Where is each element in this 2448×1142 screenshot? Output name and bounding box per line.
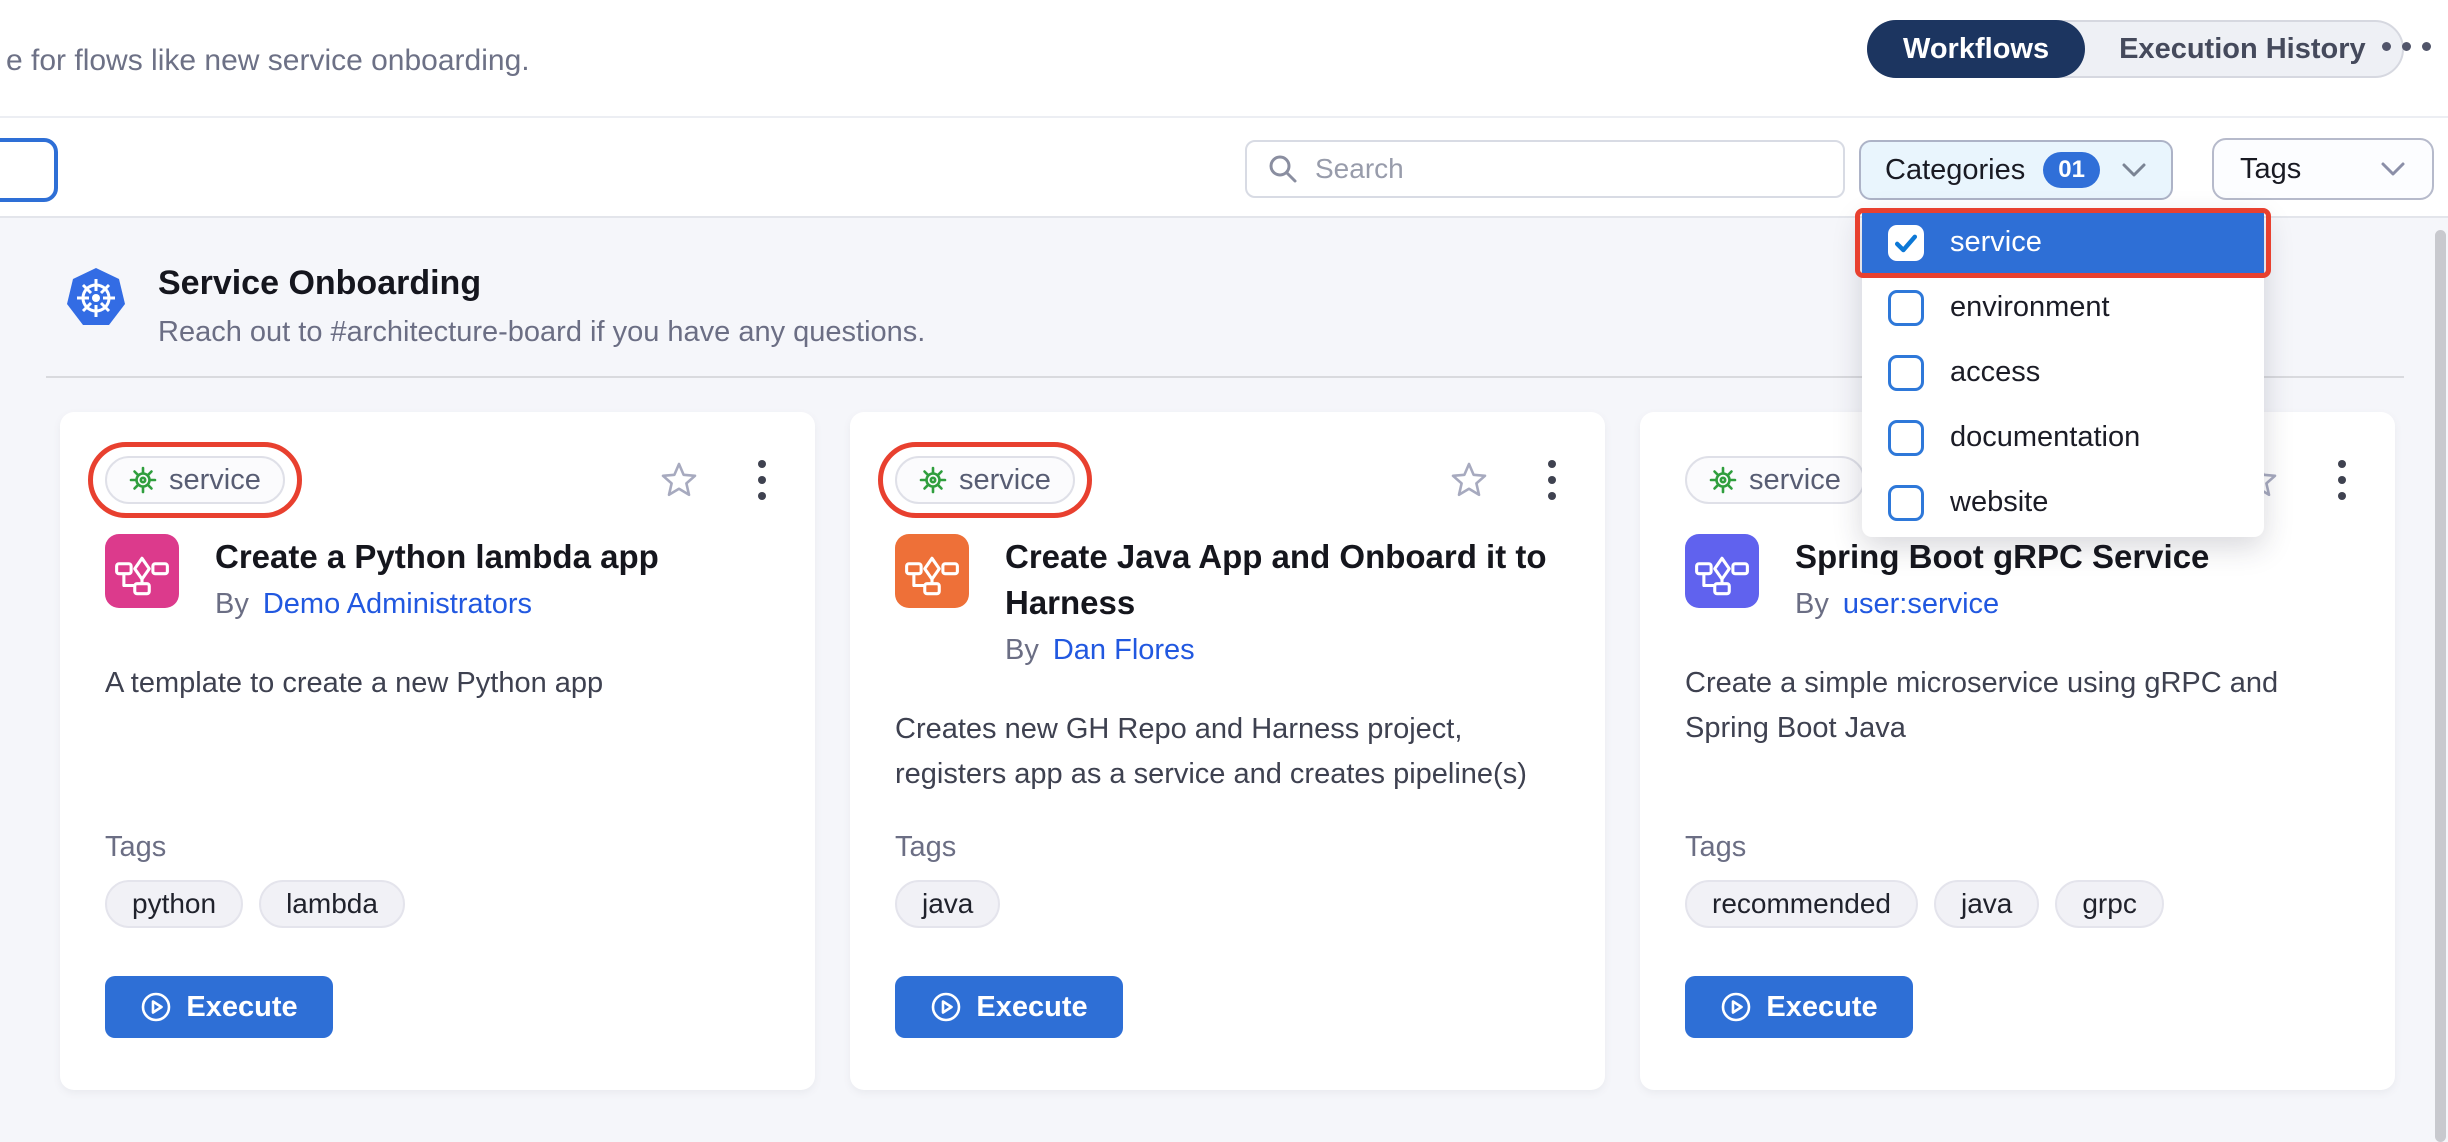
tag-chips: java [895, 880, 1560, 928]
tags-filter-label: Tags [2240, 153, 2301, 186]
gear-icon [1709, 466, 1737, 494]
section-subtitle: Reach out to #architecture-board if you … [158, 316, 925, 349]
tag-chip: java [1934, 880, 2039, 928]
category-badge: service [895, 456, 1075, 504]
checkbox-unchecked-icon[interactable] [1888, 290, 1924, 326]
gear-icon [129, 466, 157, 494]
categories-count-badge: 01 [2043, 152, 2100, 188]
checkbox-unchecked-icon[interactable] [1888, 420, 1924, 456]
author-link[interactable]: Dan Flores [1053, 634, 1195, 667]
dropdown-option-label: access [1950, 356, 2040, 389]
checkbox-unchecked-icon[interactable] [1888, 355, 1924, 391]
category-badge: service [1685, 456, 1865, 504]
tag-chip: grpc [2055, 880, 2163, 928]
category-badge-label: service [959, 464, 1051, 497]
dropdown-option-label: website [1950, 486, 2048, 519]
tag-chips: python lambda [105, 880, 770, 928]
ellipsis-icon[interactable] [2382, 42, 2431, 51]
author-link[interactable]: user:service [1843, 588, 1999, 621]
tag-chip: lambda [259, 880, 405, 928]
star-icon[interactable] [1450, 461, 1488, 499]
workflow-icon [1685, 534, 1759, 608]
category-badge-label: service [169, 464, 261, 497]
header-description-fragment: e for flows like new service onboarding. [6, 44, 530, 78]
workflows-page: e for flows like new service onboarding.… [0, 0, 2448, 1142]
gear-icon [919, 466, 947, 494]
by-label: By [1005, 634, 1039, 667]
execute-button[interactable]: Execute [1685, 976, 1913, 1038]
execute-button[interactable]: Execute [105, 976, 333, 1038]
checkbox-unchecked-icon[interactable] [1888, 485, 1924, 521]
dropdown-option-access[interactable]: access [1862, 340, 2264, 405]
workflow-description: Creates new GH Repo and Harness project,… [895, 707, 1560, 797]
dropdown-option-website[interactable]: website [1862, 470, 2264, 535]
categories-dropdown: service environment access documentation… [1862, 210, 2264, 537]
page-header: e for flows like new service onboarding.… [0, 0, 2448, 118]
play-circle-icon [140, 991, 172, 1023]
search-input[interactable] [1315, 153, 1823, 185]
workflow-description: A template to create a new Python app [105, 661, 770, 706]
category-badge-label: service [1749, 464, 1841, 497]
workflow-card: service [60, 412, 815, 1090]
section-title: Service Onboarding [158, 264, 481, 303]
workflow-icon [895, 534, 969, 608]
workflow-title: Spring Boot gRPC Service [1795, 534, 2209, 580]
search-box[interactable] [1245, 140, 1845, 198]
chevron-down-icon [2380, 161, 2406, 177]
tag-chips: recommended java grpc [1685, 880, 2350, 928]
dropdown-option-label: environment [1950, 291, 2110, 324]
chevron-down-icon [2121, 162, 2147, 178]
workflow-icon [105, 534, 179, 608]
tab-workflows[interactable]: Workflows [1867, 20, 2085, 78]
dropdown-option-environment[interactable]: environment [1862, 275, 2264, 340]
star-icon[interactable] [660, 461, 698, 499]
categories-filter-label: Categories [1885, 154, 2025, 187]
author-link[interactable]: Demo Administrators [263, 588, 532, 621]
categories-filter-button[interactable]: Categories 01 [1859, 140, 2173, 200]
search-icon [1267, 153, 1299, 185]
dropdown-option-label: documentation [1950, 421, 2140, 454]
filter-toolbar: Categories 01 Tags [0, 120, 2448, 218]
dropdown-option-service[interactable]: service [1862, 210, 2264, 275]
dropdown-option-documentation[interactable]: documentation [1862, 405, 2264, 470]
play-circle-icon [930, 991, 962, 1023]
cut-off-button[interactable] [0, 138, 58, 202]
by-label: By [1795, 588, 1829, 621]
tag-chip: recommended [1685, 880, 1918, 928]
play-circle-icon [1720, 991, 1752, 1023]
workflow-title: Create a Python lambda app [215, 534, 659, 580]
category-badge: service [105, 456, 285, 504]
tag-chip: java [895, 880, 1000, 928]
kubernetes-icon [64, 266, 128, 335]
tags-label: Tags [895, 831, 1560, 864]
checkbox-checked-icon[interactable] [1888, 225, 1924, 261]
workflow-description: Create a simple microservice using gRPC … [1685, 661, 2350, 751]
view-tab-group: Workflows Execution History [1867, 20, 2404, 78]
tags-filter-button[interactable]: Tags [2212, 138, 2434, 200]
kebab-menu-icon[interactable] [2334, 456, 2350, 504]
kebab-menu-icon[interactable] [1544, 456, 1560, 504]
by-label: By [215, 588, 249, 621]
tags-label: Tags [1685, 831, 2350, 864]
workflow-title: Create Java App and Onboard it to Harnes… [1005, 534, 1560, 626]
kebab-menu-icon[interactable] [754, 456, 770, 504]
tag-chip: python [105, 880, 243, 928]
workflow-card: service [850, 412, 1605, 1090]
vertical-scrollbar[interactable] [2435, 230, 2446, 1142]
execute-button[interactable]: Execute [895, 976, 1123, 1038]
tags-label: Tags [105, 831, 770, 864]
tab-execution-history[interactable]: Execution History [2083, 20, 2402, 78]
dropdown-option-label: service [1950, 226, 2042, 259]
